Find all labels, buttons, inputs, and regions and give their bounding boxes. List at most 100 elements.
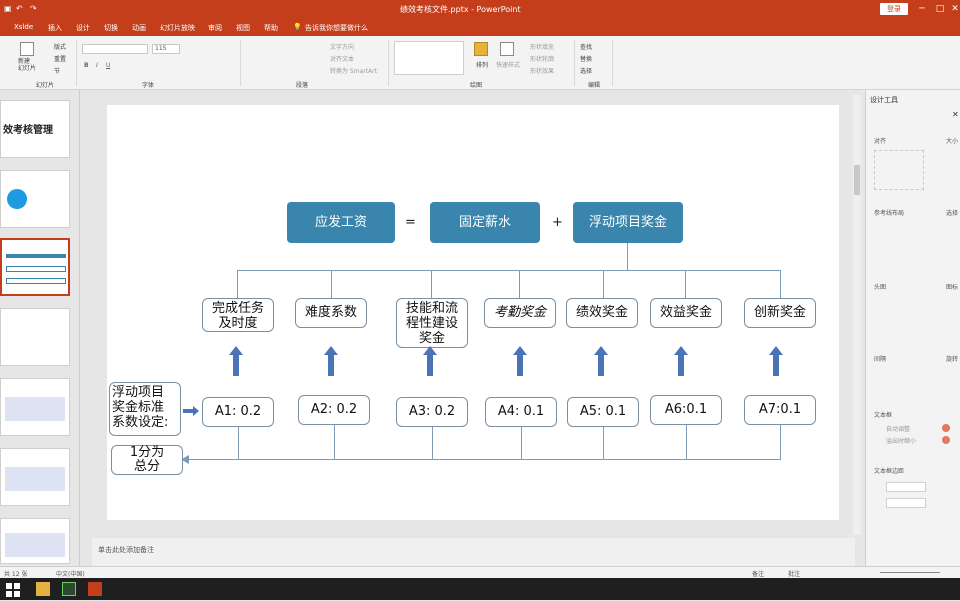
- drawing-group-label: 绘图: [470, 82, 483, 89]
- font-size-select[interactable]: 115: [152, 44, 180, 54]
- tab-home[interactable]: Xslde: [14, 23, 33, 31]
- total-score-label[interactable]: 1分为 总分: [111, 445, 183, 475]
- gross-salary-box[interactable]: 应发工资: [287, 202, 395, 243]
- tab-slideshow[interactable]: 幻灯片放映: [160, 23, 195, 33]
- login-button[interactable]: 登录: [880, 3, 908, 15]
- thumb-table: [5, 397, 65, 421]
- slide-thumbnail-1[interactable]: 效考核管理: [0, 100, 70, 158]
- coefficient-a7[interactable]: A7:0.1: [744, 395, 816, 425]
- font-group-label: 字体: [142, 82, 155, 89]
- align-buttons[interactable]: [874, 150, 924, 190]
- pane-close-icon[interactable]: ✕: [952, 110, 959, 119]
- category-skill-process[interactable]: 技能和流 程性建设 奖金: [396, 298, 468, 348]
- coefficient-a6[interactable]: A6:0.1: [650, 395, 722, 425]
- floating-bonus-coefficient-label[interactable]: 浮动项目 奖金标准 系数设定:: [109, 382, 181, 436]
- tab-insert[interactable]: 插入: [48, 23, 62, 33]
- zoom-slider[interactable]: [880, 572, 940, 573]
- slide-thumbnail-5[interactable]: [0, 378, 70, 436]
- section-button[interactable]: 节: [54, 66, 60, 75]
- shape-fill-button[interactable]: 形状填充: [530, 42, 554, 51]
- layout-button[interactable]: 版式: [54, 42, 66, 51]
- start-icon[interactable]: [6, 582, 20, 597]
- font-name-select[interactable]: [82, 44, 148, 54]
- margin-input[interactable]: [886, 498, 926, 508]
- shape-effects-button[interactable]: 形状效果: [530, 66, 554, 75]
- slide-thumbnail-4[interactable]: [0, 308, 70, 366]
- slide-thumbnail-6[interactable]: [0, 448, 70, 506]
- arrange-icon[interactable]: [474, 42, 488, 56]
- thumb-shape: [6, 266, 66, 272]
- vertical-scrollbar[interactable]: [853, 95, 861, 535]
- coefficient-a2[interactable]: A2: 0.2: [298, 395, 370, 425]
- scrollbar-thumb[interactable]: [854, 165, 860, 195]
- pane-title: 设计工具: [870, 96, 898, 104]
- slide-thumbnail-2[interactable]: [0, 170, 70, 228]
- underline-button[interactable]: U: [106, 62, 110, 69]
- fixed-salary-box[interactable]: 固定薪水: [430, 202, 540, 243]
- save-icon[interactable]: ▣: [4, 4, 12, 13]
- notes-pane[interactable]: 单击此处添加备注: [92, 538, 855, 566]
- up-arrow-icon: [324, 346, 338, 376]
- floating-bonus-box[interactable]: 浮动项目奖金: [573, 202, 683, 243]
- reset-button[interactable]: 重置: [54, 54, 66, 63]
- powerpoint-icon[interactable]: [88, 582, 102, 596]
- slide-thumbnail-3[interactable]: [0, 238, 70, 296]
- convert-smartart-button[interactable]: 转换为 SmartArt: [330, 66, 377, 75]
- coefficient-a4[interactable]: A4: 0.1: [485, 397, 557, 427]
- up-arrow-icon: [423, 346, 437, 376]
- tab-view[interactable]: 视图: [236, 23, 250, 33]
- notes-placeholder[interactable]: 单击此处添加备注: [98, 545, 154, 555]
- shrink-option[interactable]: 溢出时缩小: [886, 436, 916, 445]
- coefficient-a5[interactable]: A5: 0.1: [567, 397, 639, 427]
- language-indicator[interactable]: 中文(中国): [56, 569, 85, 578]
- notes-toggle-button[interactable]: 备注: [752, 569, 764, 578]
- tab-design[interactable]: 设计: [76, 23, 90, 33]
- app-icon[interactable]: [62, 582, 76, 596]
- category-benefit[interactable]: 效益奖金: [650, 298, 722, 328]
- align-text-button[interactable]: 对齐文本: [330, 54, 354, 63]
- minimize-button[interactable]: ─: [912, 0, 932, 18]
- coefficient-a3[interactable]: A3: 0.2: [396, 397, 468, 427]
- undo-icon[interactable]: ↶: [16, 4, 23, 13]
- thumb-title: 效考核管理: [3, 125, 53, 136]
- category-innovation[interactable]: 创新奖金: [744, 298, 816, 328]
- bold-button[interactable]: B: [84, 62, 89, 69]
- new-slide-button[interactable]: 新建 幻灯片: [18, 58, 36, 72]
- status-dot-icon: [942, 424, 950, 432]
- arrange-button[interactable]: 排列: [476, 60, 488, 69]
- redo-icon[interactable]: ↷: [30, 4, 37, 13]
- close-button[interactable]: ✕: [945, 0, 960, 18]
- taskbar: [0, 578, 960, 600]
- shapes-gallery[interactable]: [394, 41, 464, 75]
- find-button[interactable]: 查找: [580, 42, 592, 51]
- category-task-timeliness[interactable]: 完成任务 及时度: [202, 298, 274, 332]
- slide-thumbnail-7[interactable]: [0, 518, 70, 564]
- connector-line: [603, 270, 604, 300]
- select-button[interactable]: 选择: [580, 66, 592, 75]
- thumb-table: [5, 533, 65, 557]
- new-slide-icon[interactable]: [20, 42, 34, 56]
- italic-button[interactable]: I: [96, 62, 98, 69]
- tab-review[interactable]: 审阅: [208, 23, 222, 33]
- comments-toggle-button[interactable]: 批注: [788, 569, 800, 578]
- slide-canvas[interactable]: 应发工资 = 固定薪水 + 浮动项目奖金 完成任务 及时度 难度系数 技能和流 …: [107, 105, 839, 520]
- section-rotate: 旋转: [946, 356, 959, 363]
- text-direction-button[interactable]: 文字方向: [330, 42, 354, 51]
- category-attendance[interactable]: 考勤奖金: [484, 298, 556, 328]
- category-performance[interactable]: 绩效奖金: [566, 298, 638, 328]
- autofit-option[interactable]: 自动调整: [886, 424, 910, 433]
- tell-me-search[interactable]: 告诉我你想要做什么: [305, 23, 368, 33]
- quick-styles-button[interactable]: 快速样式: [496, 60, 520, 69]
- replace-button[interactable]: 替换: [580, 54, 592, 63]
- tab-animations[interactable]: 动画: [132, 23, 146, 33]
- shape-outline-button[interactable]: 形状轮廓: [530, 54, 554, 63]
- file-explorer-icon[interactable]: [36, 582, 50, 596]
- paragraph-group-label: 段落: [296, 82, 309, 89]
- category-difficulty[interactable]: 难度系数: [295, 298, 367, 328]
- margin-input[interactable]: [886, 482, 926, 492]
- tab-transitions[interactable]: 切换: [104, 23, 118, 33]
- coefficient-a1[interactable]: A1: 0.2: [202, 397, 274, 427]
- quick-styles-icon[interactable]: [500, 42, 514, 56]
- section-icons: 图标: [946, 284, 959, 291]
- tab-help[interactable]: 帮助: [264, 23, 278, 33]
